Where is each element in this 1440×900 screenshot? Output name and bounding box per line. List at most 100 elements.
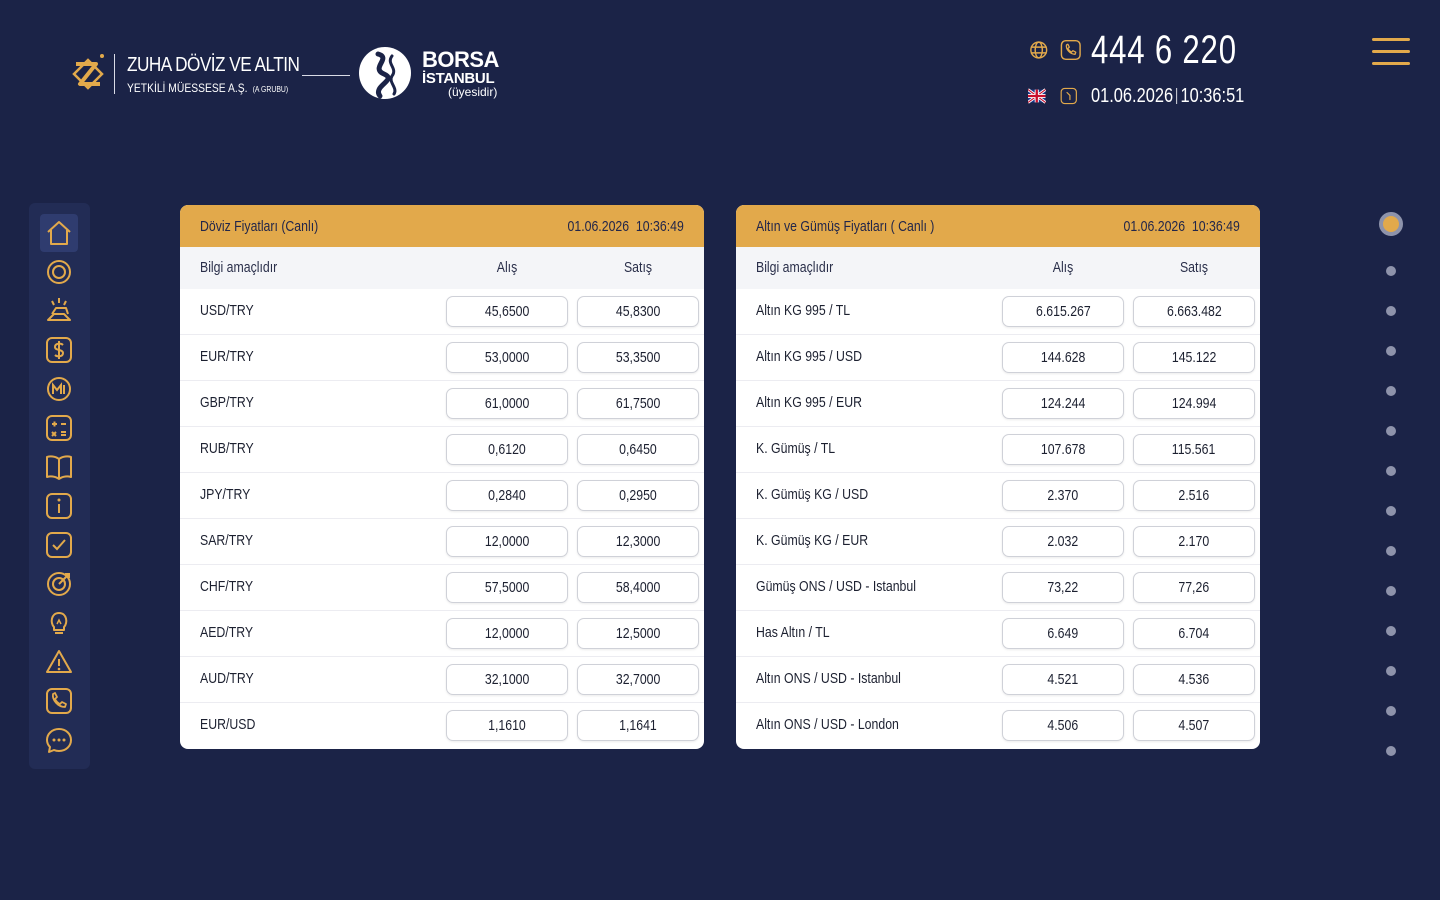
sell-price: 61,7500 xyxy=(577,388,699,419)
section-dot[interactable] xyxy=(1386,306,1396,316)
section-dot[interactable] xyxy=(1379,212,1403,236)
current-time: 10:36:51 xyxy=(1180,84,1245,107)
currency-column-header: Bilgi amaçlıdır Alış Satış xyxy=(180,247,704,289)
menu-bar-2 xyxy=(1372,50,1410,53)
sidebar-nav xyxy=(29,203,90,769)
sidebar-item-ideas[interactable] xyxy=(40,604,78,642)
checkbox-icon xyxy=(46,532,72,558)
table-row: EUR/TRY 53,0000 53,3500 xyxy=(180,335,704,381)
row-name: AED/TRY xyxy=(200,624,254,641)
phone-number[interactable]: 444 6 220 xyxy=(1091,28,1237,73)
gold-coin-icon xyxy=(47,260,71,284)
sidebar-item-gold-coin[interactable] xyxy=(40,253,78,291)
buy-price: 12,0000 xyxy=(446,526,568,557)
sidebar-item-book[interactable] xyxy=(40,448,78,486)
lightbulb-icon xyxy=(50,612,68,634)
table-row: Has Altın / TL 6.649 6.704 xyxy=(736,611,1260,657)
row-name: USD/TRY xyxy=(200,302,254,319)
sidebar-item-target[interactable] xyxy=(40,565,78,603)
row-name: JPY/TRY xyxy=(200,486,251,503)
section-dot[interactable] xyxy=(1386,506,1396,516)
sidebar-item-info[interactable] xyxy=(40,487,78,525)
hamburger-menu-button[interactable] xyxy=(1372,38,1410,68)
borsa-istanbul-logo: BORSA İSTANBUL (üyesidir) xyxy=(358,46,499,100)
zuha-logo-icon xyxy=(72,54,104,90)
gold-bars-icon xyxy=(47,298,71,321)
sidebar-item-home[interactable] xyxy=(40,214,78,252)
sell-price: 53,3500 xyxy=(577,342,699,373)
table-row: GBP/TRY 61,0000 61,7500 xyxy=(180,381,704,427)
metals-panel-title: Altın ve Gümüş Fiyatları ( Canlı ) xyxy=(756,217,935,235)
sidebar-item-checklist[interactable] xyxy=(40,526,78,564)
column-buy-label: Alış xyxy=(1052,259,1074,276)
row-name: K. Gümüş / TL xyxy=(756,440,836,457)
section-dot[interactable] xyxy=(1386,386,1396,396)
sidebar-item-central-bank[interactable] xyxy=(40,370,78,408)
sell-price: 12,3000 xyxy=(577,526,699,557)
section-dot[interactable] xyxy=(1386,706,1396,716)
sidebar-item-gold-bars[interactable] xyxy=(40,292,78,330)
chat-icon xyxy=(46,728,72,753)
sidebar-item-calculator[interactable] xyxy=(40,409,78,447)
borsa-line-2: İSTANBUL xyxy=(422,69,495,87)
table-row: K. Gümüş KG / USD 2.370 2.516 xyxy=(736,473,1260,519)
sell-price: 4.536 xyxy=(1133,664,1255,695)
section-dot[interactable] xyxy=(1386,546,1396,556)
brand-logo-link[interactable]: ZUHA DÖVİZ VE ALTIN YETKİLİ MÜESSESE A.Ş… xyxy=(70,50,328,98)
table-row: AUD/TRY 32,1000 32,7000 xyxy=(180,657,704,703)
globe-icon[interactable] xyxy=(1028,35,1050,65)
sidebar-item-chat[interactable] xyxy=(40,721,78,759)
buy-price: 73,22 xyxy=(1002,572,1124,603)
currency-panel-time: 10:36:49 xyxy=(636,217,684,235)
column-info-label: Bilgi amaçlıdır xyxy=(200,259,278,276)
buy-price: 4.506 xyxy=(1002,710,1124,741)
section-dot[interactable] xyxy=(1386,626,1396,636)
table-row: JPY/TRY 0,2840 0,2950 xyxy=(180,473,704,519)
buy-price: 12,0000 xyxy=(446,618,568,649)
column-info-label: Bilgi amaçlıdır xyxy=(756,259,834,276)
section-dot[interactable] xyxy=(1386,266,1396,276)
section-dot[interactable] xyxy=(1386,746,1396,756)
table-row: EUR/USD 1,1610 1,1641 xyxy=(180,703,704,749)
row-name: RUB/TRY xyxy=(200,440,254,457)
buy-price: 124.244 xyxy=(1002,388,1124,419)
sidebar-item-warning[interactable] xyxy=(40,643,78,681)
sidebar-item-contact[interactable] xyxy=(40,682,78,720)
row-name: CHF/TRY xyxy=(200,578,254,595)
section-dot[interactable] xyxy=(1386,346,1396,356)
borsa-line-3: (üyesidir) xyxy=(448,84,498,99)
buy-price: 6.615.267 xyxy=(1002,296,1124,327)
buy-price: 2.032 xyxy=(1002,526,1124,557)
uk-flag-icon[interactable] xyxy=(1028,84,1046,108)
row-name: GBP/TRY xyxy=(200,394,254,411)
column-buy-label: Alış xyxy=(496,259,518,276)
current-datetime: 01.06.2026 10:36:51 xyxy=(1091,85,1244,108)
buy-price: 6.649 xyxy=(1002,618,1124,649)
currency-panel-date: 01.06.2026 xyxy=(567,217,630,235)
contact-area: 444 6 220 01.06.2026 10:36:51 xyxy=(1028,28,1278,114)
metals-rows: Altın KG 995 / TL 6.615.267 6.663.482 Altı… xyxy=(736,289,1260,749)
buy-price: 53,0000 xyxy=(446,342,568,373)
phone-icon xyxy=(46,688,72,714)
clock-icon xyxy=(1060,87,1077,105)
home-icon xyxy=(47,221,71,245)
sidebar-item-currency[interactable] xyxy=(40,331,78,369)
row-name: Altın KG 995 / TL xyxy=(756,302,851,319)
section-dot[interactable] xyxy=(1386,666,1396,676)
sell-price: 58,4000 xyxy=(577,572,699,603)
section-dot[interactable] xyxy=(1386,586,1396,596)
info-icon xyxy=(46,493,72,519)
section-dot[interactable] xyxy=(1386,426,1396,436)
row-name: EUR/USD xyxy=(200,716,256,733)
currency-rows: USD/TRY 45,6500 45,8300 EUR/TRY 53,0000 53,3… xyxy=(180,289,704,749)
section-dot[interactable] xyxy=(1386,466,1396,476)
metals-column-header: Bilgi amaçlıdır Alış Satış xyxy=(736,247,1260,289)
phone-icon[interactable] xyxy=(1060,35,1082,65)
currency-panel-title: Döviz Fiyatları (Canlı) xyxy=(200,217,319,235)
currency-panel-timestamp: 01.06.2026 10:36:49 xyxy=(568,218,684,235)
sell-price: 115.561 xyxy=(1133,434,1255,465)
buy-price: 32,1000 xyxy=(446,664,568,695)
brand-subtitle-text: YETKİLİ MÜESSESE A.Ş. xyxy=(127,80,248,95)
datetime-separator xyxy=(1176,87,1178,104)
menu-bar-3 xyxy=(1372,62,1410,65)
